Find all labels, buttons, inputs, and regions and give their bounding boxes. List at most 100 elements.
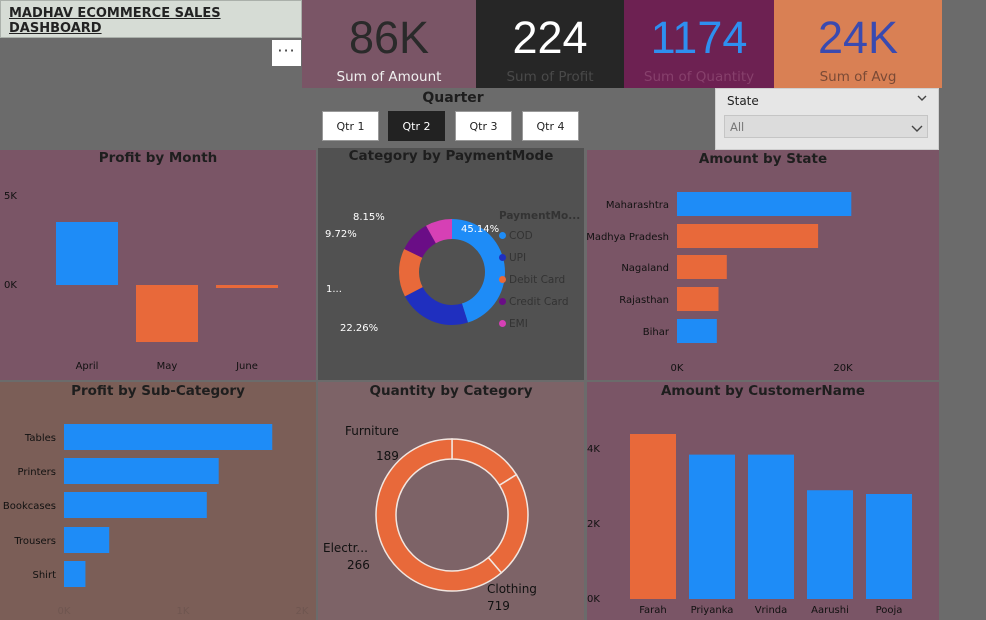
axis-category-label: Pooja [876,605,903,616]
kpi-sum-of-profit: 224 Sum of Profit [476,0,624,88]
axis-tick-label: 0K [58,606,71,617]
legend-label: UPI [509,252,527,264]
kpi-value: 24K [817,12,899,63]
bar-tables [64,424,273,450]
data-label: 1... [326,284,342,295]
profit-by-subcategory-plot: Tables Printers Bookcases Trousers Shirt 0K 1K… [3,424,309,617]
profit-by-month-chart: Profit by Month 5K 0K April May June [0,150,316,380]
category-value-label: 266 [347,558,370,572]
kpi-value: 1174 [650,12,748,63]
quarter-option-qtr3[interactable]: Qtr 3 [455,111,512,141]
state-dropdown[interactable]: All [724,115,928,138]
kpi-label: Sum of Amount [336,69,442,85]
legend-dot-icon [499,298,506,305]
legend-item-cod[interactable]: COD [499,230,533,242]
kpi-sum-of-avg: 24K Sum of Avg [774,0,942,88]
state-dropdown-value: All [730,120,745,134]
axis-category-label: May [157,361,178,372]
amount-by-customer-plot: Farah Priyanka Vrinda Aarushi Pooja 4K 2K 0K [587,434,912,616]
legend-label: COD [509,230,533,242]
axis-category-label: June [235,361,258,372]
profit-by-month-plot: 5K 0K April May June [4,191,278,372]
axis-category-label: Vrinda [755,605,788,616]
quarter-slicer-title: Quarter [422,90,484,106]
axis-category-label: Bookcases [3,501,56,512]
bar-trousers [64,527,110,553]
bar-shirt [64,561,86,587]
quarter-option-qtr4[interactable]: Qtr 4 [522,111,579,141]
axis-category-label: Farah [639,605,667,616]
kpi-value: 224 [512,12,588,63]
axis-tick-label: 2K [587,519,600,530]
legend-title: PaymentMo... [499,210,581,222]
legend-dot-icon [499,320,506,327]
category-value-label: 189 [376,449,399,463]
axis-tick-label: 0K [4,280,17,291]
bar-bihar [677,319,717,343]
axis-category-label: April [76,361,99,372]
bar-bookcases [64,492,207,518]
data-label: 8.15% [353,212,385,223]
dashboard-title: MADHAV ECOMMERCE SALES DASHBOARD [9,6,221,36]
axis-tick-label: 0K [671,363,684,374]
kpi-sum-of-quantity: 1174 Sum of Quantity [624,0,774,88]
quantity-slice-electronics [487,473,529,574]
bar-nagaland [677,255,727,279]
category-label: Clothing [487,582,537,596]
kpi-sum-of-amount: 86K Sum of Amount [302,0,476,88]
quantity-slice-furniture [451,438,518,487]
legend-label: Credit Card [509,296,569,308]
payment-donut-plot: 45.14% 22.26% 1... 9.72% 8.15% [325,212,506,334]
bar-vrinda [748,454,794,599]
bar-madhya-pradesh [677,224,819,248]
axis-category-label: Bihar [643,327,670,338]
axis-category-label: Trousers [13,536,56,547]
bar-april [56,222,118,285]
bar-aarushi [807,490,853,599]
bar-rajasthan [677,287,719,311]
category-label: Electr... [323,541,368,555]
category-value-label: 719 [487,599,510,613]
axis-tick-label: 20K [833,363,853,374]
axis-tick-label: 0K [587,594,600,605]
axis-category-label: Nagaland [621,263,669,274]
bar-maharashtra [677,192,852,216]
state-slicer: State All [715,88,939,150]
kpi-label: Sum of Avg [819,69,897,85]
dashboard-title-box: MADHAV ECOMMERCE SALES DASHBOARD [0,0,302,38]
state-slicer-title: State [727,94,759,108]
legend-dot-icon [499,254,506,261]
bar-june [216,285,278,288]
axis-tick-label: 5K [4,191,17,202]
bar-may [136,285,198,342]
quantity-donut-plot: Furniture 189 Electr... 266 Clothing 719 [323,424,537,613]
amount-by-state-chart: Amount by State Maharashtra Madhya Prades… [587,150,939,380]
axis-category-label: Priyanka [691,605,734,616]
legend-item-emi[interactable]: EMI [499,318,528,330]
bar-priyanka [689,454,735,599]
bar-printers [64,458,219,484]
axis-tick-label: 1K [177,606,190,617]
axis-category-label: Madhya Pradesh [587,232,669,243]
quarter-option-qtr2[interactable]: Qtr 2 [388,111,445,141]
legend-label: Debit Card [509,274,566,286]
legend-item-credit-card[interactable]: Credit Card [499,296,568,308]
kpi-label: Sum of Quantity [643,69,755,85]
chevron-down-icon [911,120,923,139]
axis-category-label: Printers [18,467,56,478]
axis-category-label: Shirt [33,570,57,581]
data-label: 9.72% [325,229,357,240]
legend-label: EMI [509,318,528,330]
axis-category-label: Aarushi [811,605,849,616]
quantity-by-category-chart: Quantity by Category Furniture 189 Electr.… [318,382,584,620]
chevron-down-icon[interactable] [916,92,928,107]
amount-by-customer-chart: Amount by CustomerName Farah Priyanka Vrin… [587,382,939,620]
data-label: 45.14% [461,224,499,235]
more-options-button[interactable]: ··· [272,40,301,66]
profit-by-subcategory-chart: Profit by Sub-Category Tables Printers Boo… [0,382,316,620]
legend-item-upi[interactable]: UPI [499,252,526,264]
legend-item-debit-card[interactable]: Debit Card [499,274,565,286]
kpi-label: Sum of Profit [506,69,594,85]
kpi-value: 86K [348,12,430,63]
quarter-option-qtr1[interactable]: Qtr 1 [322,111,379,141]
